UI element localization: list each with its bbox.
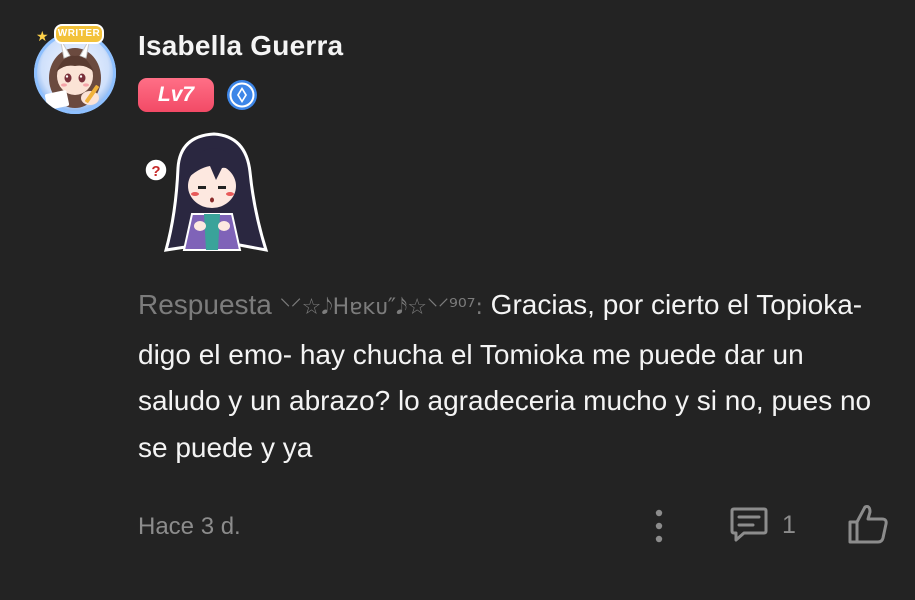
timestamp: Hace 3 d. bbox=[138, 513, 241, 540]
writer-frame-badge: WRITER bbox=[54, 24, 104, 44]
level-badge: Lv7 bbox=[138, 78, 214, 112]
thumbs-up-icon bbox=[848, 505, 888, 544]
reply-count: 1 bbox=[782, 511, 796, 539]
like-button[interactable] bbox=[846, 502, 890, 546]
avatar[interactable]: WRITER ★ bbox=[28, 24, 128, 116]
blue-diamond-badge-icon bbox=[226, 79, 258, 111]
comment-body: Respuesta ⸌⸍☆𝅘𝅥𝅮Hɐĸᴜ″𝅘𝅥𝅯☆⸌⸍⁹⁰⁷: Gracias, por… bbox=[138, 282, 878, 471]
reply-prefix: Respuesta bbox=[138, 289, 272, 320]
reply-button[interactable]: 1 bbox=[728, 503, 802, 549]
confused-anime-girl-sticker: ? bbox=[140, 128, 272, 258]
comment-card: WRITER ★ Isabella Guerra Lv7 ? Respuesta… bbox=[0, 0, 915, 600]
more-options-button[interactable] bbox=[648, 505, 670, 547]
vertical-ellipsis-icon bbox=[655, 509, 663, 543]
svg-text:?: ? bbox=[151, 163, 160, 180]
comment-bubble-icon bbox=[730, 507, 768, 542]
reply-target-user[interactable]: ⸌⸍☆𝅘𝅥𝅮Hɐĸᴜ″𝅘𝅥𝅯☆⸌⸍⁹⁰⁷: bbox=[280, 295, 483, 320]
star-icon: ★ bbox=[36, 28, 49, 44]
author-name[interactable]: Isabella Guerra bbox=[138, 30, 343, 62]
